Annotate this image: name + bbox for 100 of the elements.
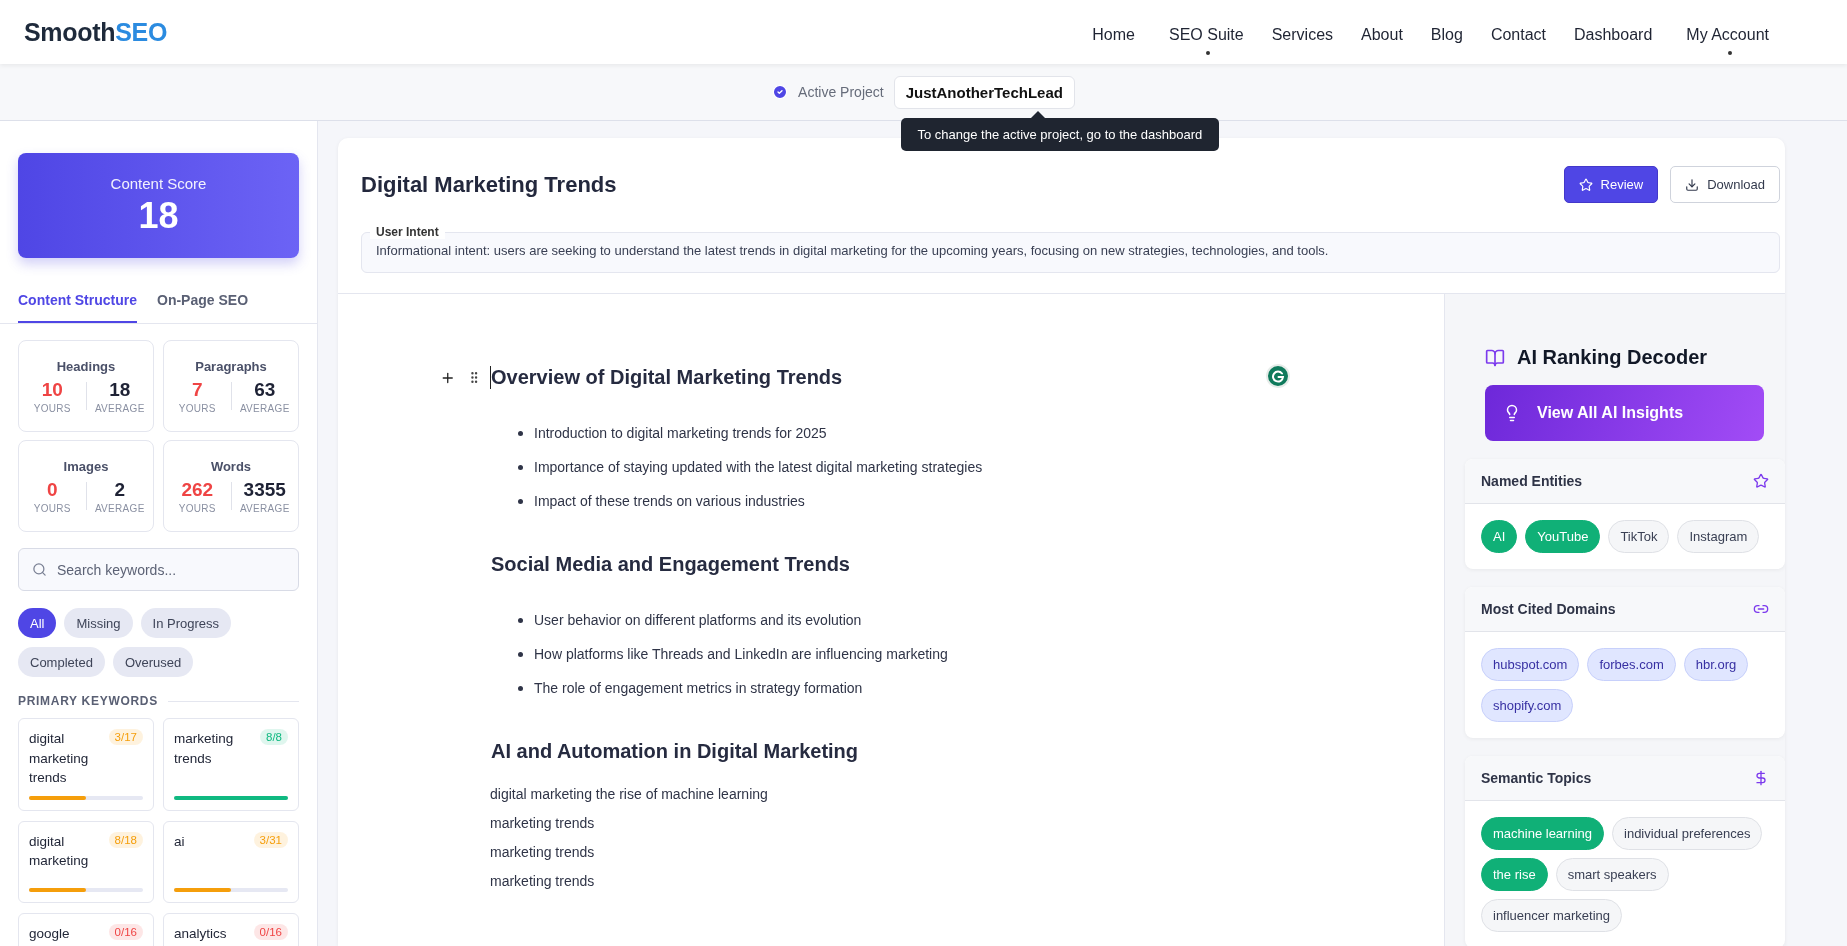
content-score-value: 18	[138, 196, 179, 236]
bullet-dot-icon	[518, 498, 523, 504]
tab[interactable]: On-Page SEO	[157, 284, 249, 323]
nav-link[interactable]: About	[1347, 18, 1417, 58]
bullet-item: User behavior on different platforms and its evolution	[534, 611, 862, 630]
nav-link[interactable]: My Account	[1672, 18, 1783, 58]
nav-link[interactable]: Blog	[1416, 18, 1477, 58]
domain-tag[interactable]: hubspot.com	[1481, 648, 1580, 681]
keyword-card[interactable]: analytics 0/16	[163, 912, 299, 946]
filter-chip[interactable]: Missing	[64, 608, 133, 638]
stat-title: Headings	[56, 358, 116, 374]
editor-heading: AI and Automation in Digital Marketing	[490, 740, 859, 763]
topic-tag[interactable]: individual preferences	[1612, 817, 1763, 850]
view-insights-button[interactable]: View All AI Insights	[1485, 385, 1764, 441]
domain-tag[interactable]: shopify.com	[1481, 689, 1574, 722]
card-title: Most Cited Domains	[1481, 601, 1616, 617]
average-label: AVERAGE	[94, 502, 145, 514]
editor-paragraph: marketing trends	[490, 872, 596, 890]
tooltip: To change the active project, go to the dashboard	[900, 118, 1220, 151]
section-heading: PRIMARY KEYWORDS	[18, 694, 158, 708]
stat-title: Words	[210, 458, 252, 474]
keyword-term: analytics	[174, 924, 227, 943]
keyword-count: 8/8	[260, 729, 288, 745]
content-score-label: Content Score	[110, 175, 207, 193]
yours-label: YOURS	[33, 502, 71, 514]
topic-tag[interactable]: influencer marketing	[1481, 899, 1623, 932]
editor-paragraph: marketing trends	[490, 814, 596, 832]
yours-value: 10	[41, 378, 63, 401]
search-icon	[32, 562, 47, 577]
book-icon	[1485, 347, 1505, 368]
card-title: Named Entities	[1481, 473, 1583, 489]
yours-label: YOURS	[33, 402, 71, 414]
average-value: 3355	[243, 478, 286, 501]
project-name[interactable]: JustAnotherTechLead	[893, 75, 1075, 109]
editor-paragraph: digital marketing the rise of machine learning	[490, 785, 769, 803]
topic-tag[interactable]: Instagram	[1677, 520, 1760, 553]
user-intent-label: User Intent	[370, 225, 445, 239]
keyword-count: 0/16	[108, 923, 143, 940]
bullet-item: How platforms like Threads and LinkedIn are influencing marketing	[534, 645, 948, 664]
editor-paragraph: marketing trends	[490, 843, 596, 861]
yours-label: YOURS	[178, 502, 216, 514]
filter-chip[interactable]: Overused	[112, 647, 194, 677]
average-value: 18	[109, 378, 131, 401]
review-button[interactable]: Review	[1563, 166, 1659, 203]
topic-tag[interactable]: smart speakers	[1555, 858, 1669, 891]
filter-chip[interactable]: In Progress	[140, 608, 231, 638]
nav-link[interactable]: Home	[1078, 18, 1149, 58]
panel-title: AI Ranking Decoder	[1517, 346, 1708, 369]
keyword-card[interactable]: ai 3/31	[163, 820, 299, 903]
yours-value: 7	[191, 378, 203, 401]
nav-link[interactable]: Contact	[1476, 18, 1560, 58]
bullet-dot-icon	[518, 430, 523, 436]
average-label: AVERAGE	[239, 502, 290, 514]
keyword-term: digital marketing trends	[29, 730, 90, 788]
keyword-count: 0/16	[253, 923, 288, 940]
star-icon	[1753, 473, 1769, 489]
bullet-item: Importance of staying updated with the latest digital marketing strategies	[534, 458, 983, 477]
domain-tag[interactable]: hbr.org	[1683, 648, 1749, 681]
bullet-dot-icon	[518, 651, 523, 657]
document-title: Digital Marketing Trends	[361, 171, 617, 198]
nav-link[interactable]: Services	[1257, 18, 1348, 58]
bullet-dot-icon	[518, 617, 523, 623]
average-value: 63	[254, 378, 276, 401]
keyword-count: 3/17	[108, 729, 143, 745]
search-field[interactable]: Search keywords...	[18, 548, 299, 591]
topic-tag[interactable]: TikTok	[1608, 520, 1670, 553]
domain-tag[interactable]: forbes.com	[1587, 648, 1676, 681]
stat-title: Paragraphs	[195, 358, 267, 374]
nav-link[interactable]: SEO Suite	[1154, 18, 1258, 58]
stat-title: Images	[63, 458, 109, 474]
editor-heading: Social Media and Engagement Trends	[490, 553, 850, 576]
bullet-dot-icon	[518, 685, 523, 691]
yours-value: 0	[46, 478, 58, 501]
bullet-item: Impact of these trends on various industries	[534, 492, 805, 511]
filter-chip[interactable]: All	[18, 608, 57, 638]
keyword-card[interactable]: marketing trends 8/8	[163, 718, 299, 811]
star-icon	[1578, 177, 1593, 192]
keyword-card[interactable]: digital marketing trends 3/17	[18, 718, 154, 811]
user-intent-text: Informational intent: users are seeking to understand the latest trends in digital marketing for the upcoming years, focusing on new strategies, technologies, and tools.	[376, 243, 1330, 258]
bullet-dot-icon	[518, 464, 523, 470]
average-value: 2	[114, 478, 126, 501]
keyword-count: 3/31	[253, 831, 288, 848]
filter-chip[interactable]: Completed	[18, 647, 105, 677]
download-icon	[1685, 177, 1700, 192]
average-label: AVERAGE	[94, 402, 145, 414]
download-button[interactable]: Download	[1670, 166, 1780, 203]
bullet-item: The role of engagement metrics in strategy formation	[534, 679, 863, 698]
tab[interactable]: Content Structure	[18, 284, 137, 323]
keyword-term: ai	[174, 832, 185, 851]
grammar-assistant-icon[interactable]	[1266, 364, 1290, 388]
nav-link[interactable]: Dashboard	[1560, 18, 1667, 58]
keyword-card[interactable]: google 0/16	[18, 912, 154, 946]
keyword-card[interactable]: digital marketing 8/18	[18, 820, 154, 903]
average-label: AVERAGE	[239, 402, 290, 414]
logo[interactable]: SmoothSEO	[24, 17, 168, 47]
card-title: Semantic Topics	[1481, 770, 1592, 786]
editor-heading: Overview of Digital Marketing Trends	[490, 366, 843, 389]
active-project-label: Active Project	[798, 84, 884, 100]
yours-value: 262	[181, 478, 214, 501]
keyword-count: 8/18	[108, 831, 143, 848]
